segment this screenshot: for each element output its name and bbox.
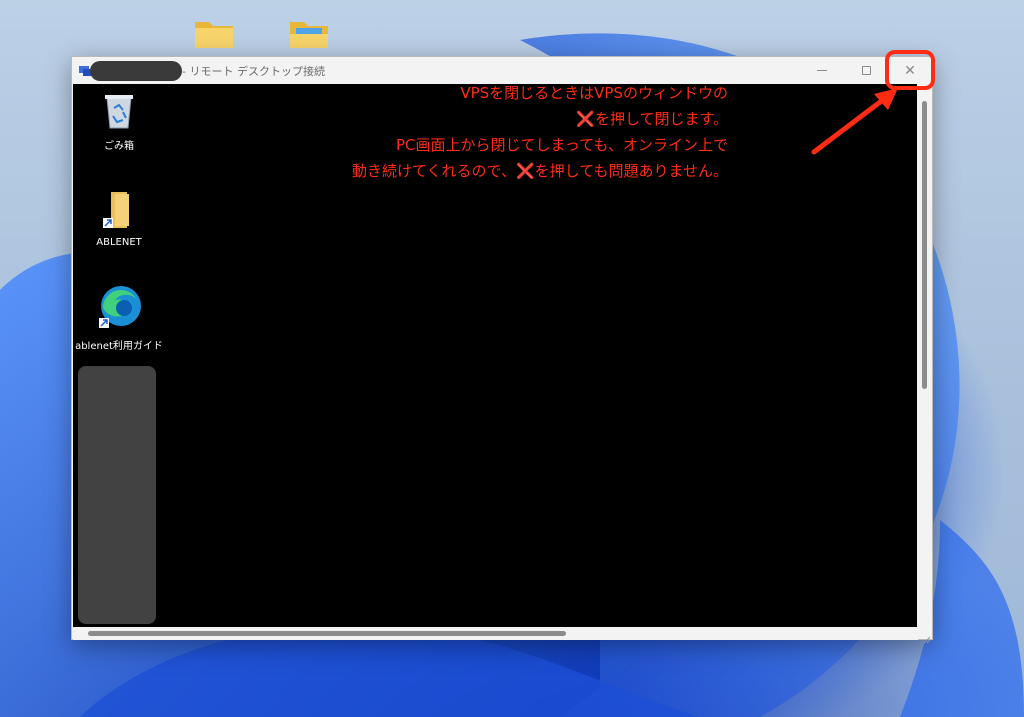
pointer-arrow-icon bbox=[800, 76, 910, 166]
x-mark-icon: ❌ bbox=[515, 162, 535, 180]
x-mark-icon: ❌ bbox=[576, 110, 595, 128]
ablenet-label: ABLENET bbox=[96, 237, 142, 248]
minimize-icon bbox=[817, 70, 827, 71]
recycle-bin-shortcut[interactable]: ごみ箱 bbox=[74, 92, 164, 152]
window-title: - リモート デスクトップ接続 bbox=[182, 65, 325, 78]
annotation-line-2: ❌を押して閉じます。 bbox=[250, 106, 728, 132]
annotation-line-1: VPSを閉じるときはVPSのウィンドウの bbox=[460, 84, 728, 102]
ablenet-guide-label: ablenet利用ガイド bbox=[75, 341, 163, 352]
annotation-line-4-b: を押しても問題ありません。 bbox=[534, 162, 728, 180]
horizontal-scrollbar-thumb[interactable] bbox=[88, 631, 566, 636]
desktop-pictures-folder-icon[interactable] bbox=[288, 16, 330, 52]
instruction-annotation: VPSを閉じるときはVPSのウィンドウの ❌を押して閉じます。 PC画面上から閉… bbox=[250, 80, 728, 184]
redacted-area bbox=[78, 366, 156, 624]
annotation-line-2-text: を押して閉じます。 bbox=[594, 110, 728, 128]
redacted-host-name bbox=[90, 61, 182, 81]
annotation-line-4: 動き続けてくれるので、❌を押しても問題ありません。 bbox=[250, 158, 728, 184]
recycle-bin-label: ごみ箱 bbox=[104, 141, 134, 152]
annotation-line-4-a: 動き続けてくれるので、 bbox=[352, 162, 516, 180]
annotation-line-3: PC画面上から閉じてしまっても、オンライン上で bbox=[396, 136, 728, 154]
folder-shortcut-icon bbox=[74, 190, 164, 233]
edge-browser-icon bbox=[73, 284, 165, 333]
recycle-bin-icon bbox=[74, 92, 164, 133]
resize-grip-icon[interactable] bbox=[922, 629, 931, 644]
ablenet-guide-shortcut[interactable]: ablenet利用ガイド bbox=[73, 284, 165, 352]
vertical-scrollbar-thumb[interactable] bbox=[922, 101, 927, 389]
ablenet-folder-shortcut[interactable]: ABLENET bbox=[74, 190, 164, 248]
maximize-icon bbox=[861, 66, 871, 75]
desktop-folder-icon[interactable] bbox=[193, 16, 235, 52]
